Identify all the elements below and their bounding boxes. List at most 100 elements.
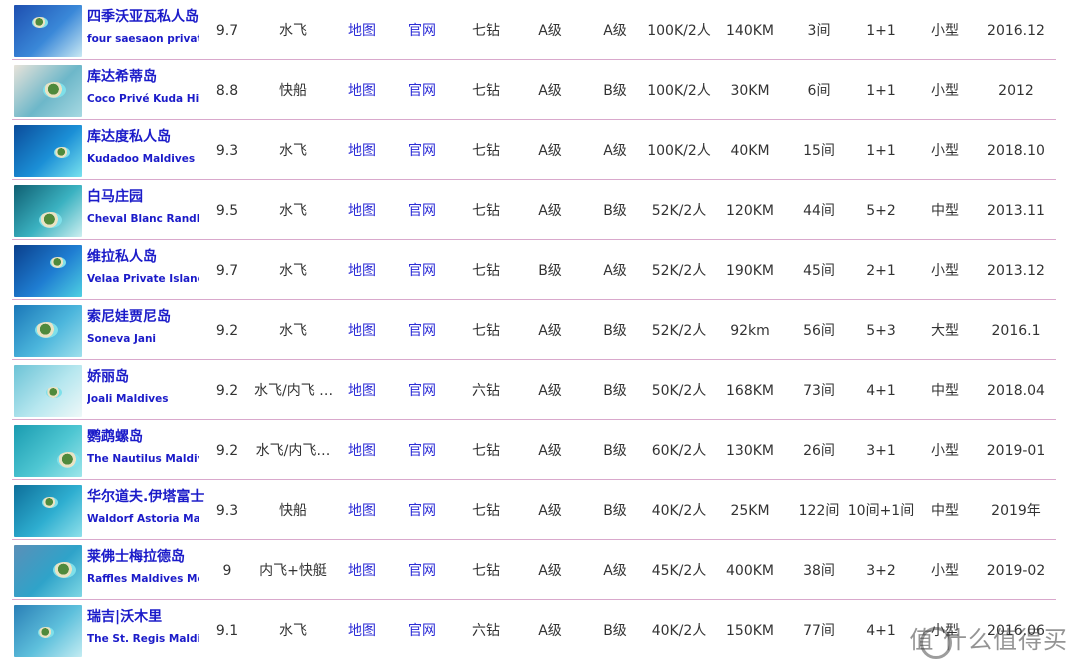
official-site-link[interactable]: 官网 — [402, 540, 442, 600]
grade2-cell: A级 — [603, 23, 627, 39]
map-link[interactable]: 地图 — [342, 180, 382, 240]
resort-name[interactable]: 四季沃亚瓦私人岛 — [87, 6, 211, 26]
score-cell: 9.2 — [215, 383, 239, 399]
transfer-cell: 水飞 — [279, 263, 307, 279]
map-link[interactable]: 地图 — [342, 0, 382, 60]
date-cell: 2019年 — [991, 503, 1041, 519]
config-cell: 5+3 — [866, 323, 896, 339]
date-cell: 2013.11 — [987, 203, 1045, 219]
resort-thumbnail[interactable] — [14, 125, 82, 177]
size-cell: 中型 — [931, 203, 959, 219]
distance-cell: 130KM — [726, 443, 774, 459]
map-link[interactable]: 地图 — [342, 540, 382, 600]
transfer-cell: 水飞 — [279, 323, 307, 339]
score-cell: 9.2 — [215, 443, 239, 459]
resort-english-name[interactable]: The St. Regis Maldives — [87, 633, 199, 645]
date-cell: 2016.1 — [991, 323, 1041, 339]
resort-english-name[interactable]: Raffles Maldives Meradhoo — [87, 573, 199, 585]
map-link[interactable]: 地图 — [342, 240, 382, 300]
score-cell: 9 — [222, 563, 232, 579]
resort-english-name[interactable]: The Nautilus Maldives — [87, 453, 199, 465]
table-row: 华尔道夫.伊塔富士 Waldorf Astoria Maldives 9.3 快船 地图… — [12, 480, 1056, 540]
resort-english-name[interactable]: Coco Privé Kuda Hithi — [87, 93, 199, 105]
resort-thumbnail[interactable] — [14, 605, 82, 657]
resort-name[interactable]: 白马庄园 — [87, 186, 211, 206]
official-site-link[interactable]: 官网 — [402, 180, 442, 240]
official-site-link[interactable]: 官网 — [402, 240, 442, 300]
resort-name[interactable]: 娇丽岛 — [87, 366, 211, 386]
map-link[interactable]: 地图 — [342, 480, 382, 540]
resort-name[interactable]: 库达度私人岛 — [87, 126, 211, 146]
official-site-link[interactable]: 官网 — [402, 480, 442, 540]
official-site-link[interactable]: 官网 — [402, 0, 442, 60]
resort-name[interactable]: 维拉私人岛 — [87, 246, 211, 266]
resort-thumbnail[interactable] — [14, 305, 82, 357]
resort-english-name[interactable]: four saesaon private i — [87, 33, 199, 45]
distance-cell: 400KM — [726, 563, 774, 579]
map-link[interactable]: 地图 — [342, 300, 382, 360]
resort-english-name[interactable]: Soneva Jani — [87, 333, 199, 345]
resort-english-name[interactable]: Joali Maldives — [87, 393, 199, 405]
config-cell: 1+1 — [866, 23, 896, 39]
transfer-cell: 水飞 — [279, 203, 307, 219]
config-cell: 2+1 — [866, 263, 896, 279]
official-site-link[interactable]: 官网 — [402, 360, 442, 420]
official-site-link[interactable]: 官网 — [402, 420, 442, 480]
grade1-cell: A级 — [538, 563, 562, 579]
resort-thumbnail[interactable] — [14, 485, 82, 537]
table-row: 库达希蒂岛 Coco Privé Kuda Hithi 8.8 快船 地图官网 七钻 A级 B… — [12, 60, 1056, 120]
resort-name[interactable]: 瑞吉|沃木里 — [87, 606, 211, 626]
resort-thumbnail[interactable] — [14, 185, 82, 237]
price-cell: 100K/2人 — [647, 83, 711, 99]
resort-english-name[interactable]: Velaa Private Island — [87, 273, 199, 285]
resort-name[interactable]: 莱佛士梅拉德岛 — [87, 546, 211, 566]
size-cell: 小型 — [931, 23, 959, 39]
resort-english-name[interactable]: Kudadoo Maldives — [87, 153, 199, 165]
official-site-link[interactable]: 官网 — [402, 120, 442, 180]
island-icon — [39, 212, 62, 229]
resort-thumbnail[interactable] — [14, 365, 82, 417]
grade1-cell: B级 — [538, 263, 562, 279]
map-link[interactable]: 地图 — [342, 60, 382, 120]
distance-cell: 25KM — [730, 503, 770, 519]
resort-thumbnail[interactable] — [14, 545, 82, 597]
size-cell: 小型 — [931, 143, 959, 159]
stars-cell: 七钻 — [472, 563, 500, 579]
resort-thumbnail[interactable] — [14, 425, 82, 477]
grade1-cell: A级 — [538, 203, 562, 219]
resort-name[interactable]: 鹦鹉螺岛 — [87, 426, 211, 446]
resort-name[interactable]: 库达希蒂岛 — [87, 66, 211, 86]
grade1-cell: A级 — [538, 323, 562, 339]
transfer-cell: 水飞/内飞… — [255, 443, 331, 459]
distance-cell: 30KM — [730, 83, 770, 99]
date-cell: 2012 — [998, 83, 1034, 99]
score-cell: 9.1 — [215, 623, 239, 639]
resort-english-name[interactable]: Cheval Blanc Randheli — [87, 213, 199, 225]
island-icon — [32, 17, 48, 29]
official-site-link[interactable]: 官网 — [402, 60, 442, 120]
grade2-cell: B级 — [603, 83, 627, 99]
stars-cell: 七钻 — [472, 83, 500, 99]
resort-english-name[interactable]: Waldorf Astoria Maldives — [87, 513, 199, 525]
resort-thumbnail[interactable] — [14, 5, 82, 57]
price-cell: 100K/2人 — [647, 143, 711, 159]
map-link[interactable]: 地图 — [342, 360, 382, 420]
score-cell: 8.8 — [215, 83, 239, 99]
official-site-link[interactable]: 官网 — [402, 600, 442, 660]
stars-cell: 七钻 — [472, 143, 500, 159]
transfer-cell: 快船 — [279, 503, 307, 519]
grade2-cell: A级 — [603, 143, 627, 159]
map-link[interactable]: 地图 — [342, 120, 382, 180]
map-link[interactable]: 地图 — [342, 600, 382, 660]
resort-thumbnail[interactable] — [14, 245, 82, 297]
resort-thumbnail[interactable] — [14, 65, 82, 117]
map-link[interactable]: 地图 — [342, 420, 382, 480]
resort-name[interactable]: 索尼娃贾尼岛 — [87, 306, 211, 326]
size-cell: 小型 — [931, 443, 959, 459]
size-cell: 中型 — [931, 503, 959, 519]
resort-name[interactable]: 华尔道夫.伊塔富士 — [87, 486, 211, 506]
grade1-cell: A级 — [538, 83, 562, 99]
official-site-link[interactable]: 官网 — [402, 300, 442, 360]
stars-cell: 六钻 — [472, 383, 500, 399]
score-cell: 9.7 — [215, 263, 239, 279]
